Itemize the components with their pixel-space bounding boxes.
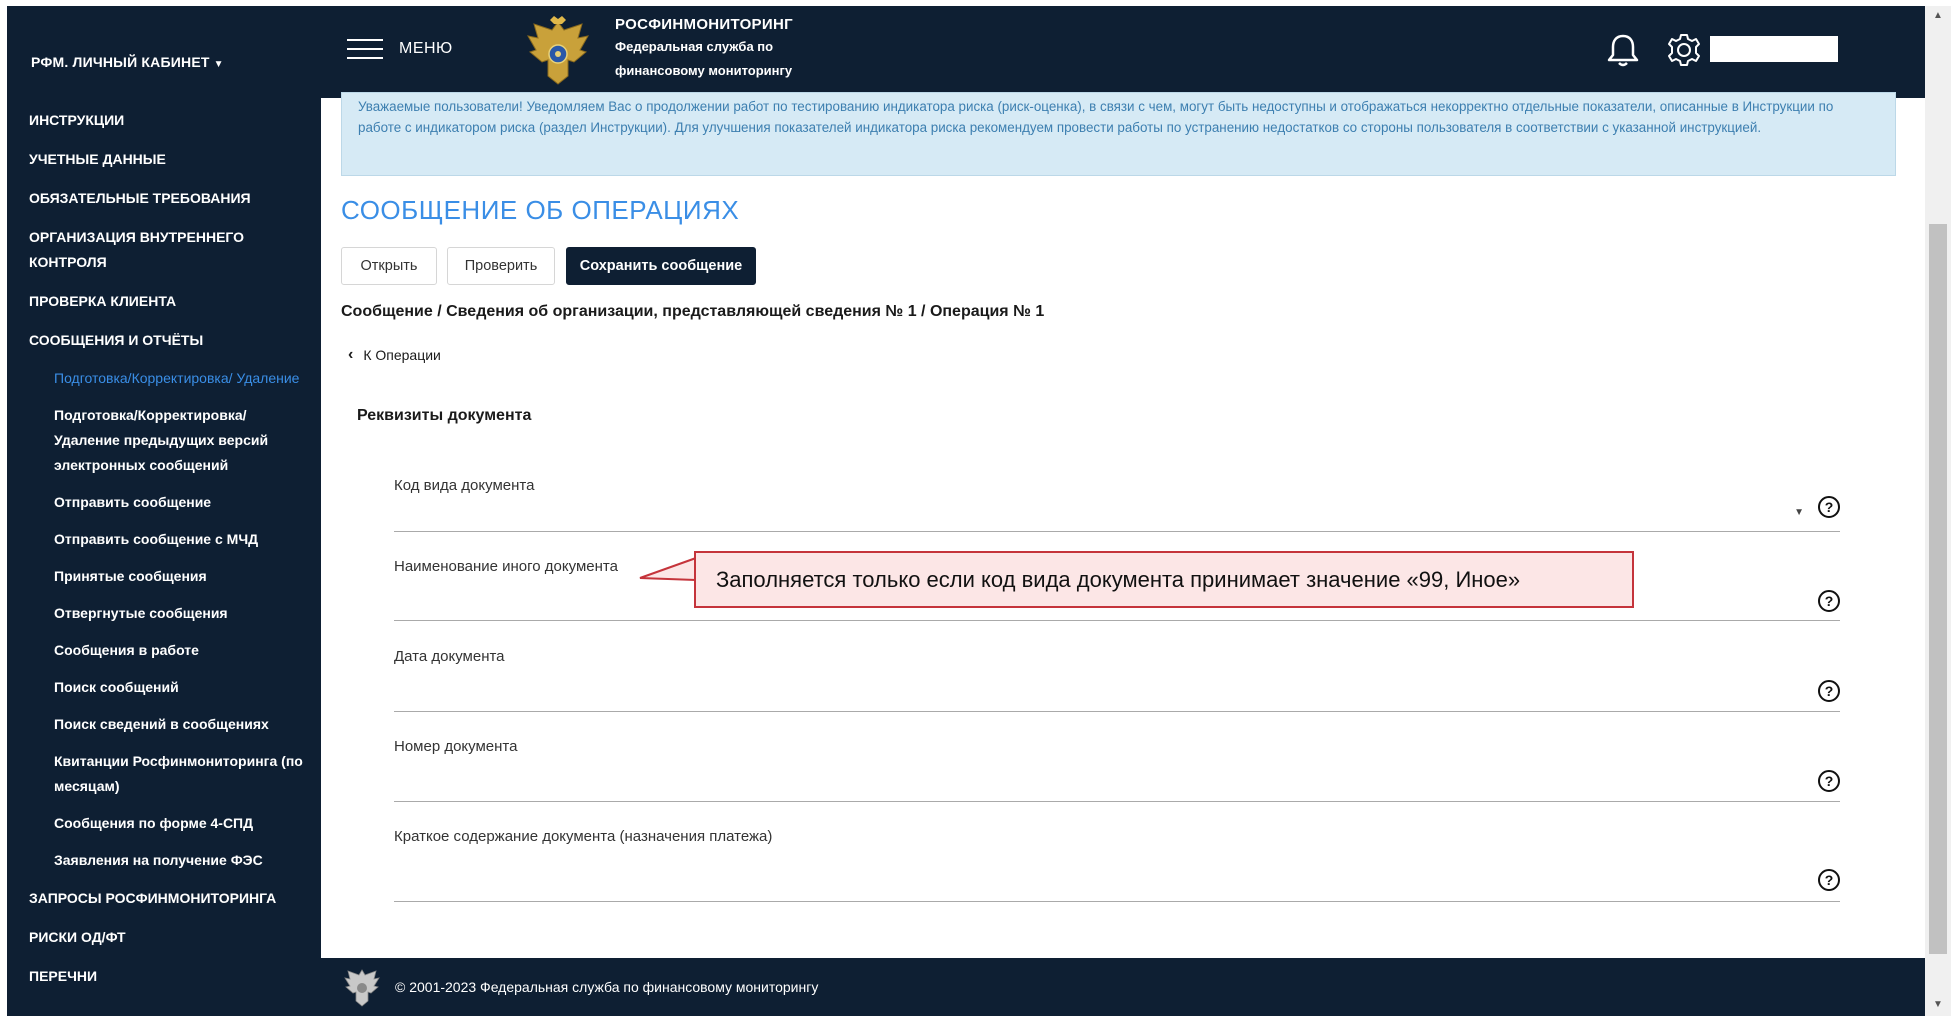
help-icon[interactable]: ? — [1818, 590, 1840, 612]
page-title: СООБЩЕНИЕ ОБ ОПЕРАЦИЯХ — [341, 195, 740, 225]
document-type-code-field: Код вида документа ▼ ? — [394, 477, 1840, 532]
sidebar-nav: ИНСТРУКЦИИ УЧЕТНЫЕ ДАННЫЕ ОБЯЗАТЕЛЬНЫЕ Т… — [7, 101, 321, 996]
chevron-left-icon: ‹ — [348, 346, 354, 363]
sidebar-item-internal-control[interactable]: ОРГАНИЗАЦИЯ ВНУТРЕННЕГО КОНТРОЛЯ — [7, 218, 321, 282]
sidebar-item-messages-reports[interactable]: СООБЩЕНИЯ И ОТЧЁТЫ — [7, 321, 321, 360]
user-profile-box[interactable] — [1710, 36, 1838, 62]
brand-subtitle-1: Федеральная служба по — [615, 39, 774, 54]
emblem-eagle-icon — [527, 16, 589, 85]
field-label: Дата документа — [394, 648, 505, 665]
document-type-code-select[interactable] — [394, 505, 1800, 531]
hamburger-icon — [347, 36, 383, 62]
chevron-down-icon[interactable]: ▼ — [1794, 507, 1804, 518]
top-header: МЕНЮ РОСФИНМОНИТОРИНГ Федеральная служба… — [321, 6, 1925, 98]
back-link-label: К Операции — [363, 347, 441, 363]
vertical-scrollbar[interactable]: ▲ ▼ — [1925, 6, 1951, 1016]
sidebar-item-requirements[interactable]: ОБЯЗАТЕЛЬНЫЕ ТРЕБОВАНИЯ — [7, 179, 321, 218]
sidebar-subitem-receipts[interactable]: Квитанции Росфинмониторинга (по месяцам) — [7, 743, 321, 805]
scroll-up-arrow-icon[interactable]: ▲ — [1933, 10, 1943, 21]
sidebar-item-account-data[interactable]: УЧЕТНЫЕ ДАННЫЕ — [7, 140, 321, 179]
sidebar-subitem-send[interactable]: Отправить сообщение — [7, 484, 321, 521]
field-label: Номер документа — [394, 738, 518, 755]
scroll-down-arrow-icon[interactable]: ▼ — [1933, 999, 1943, 1010]
sidebar-subitem-in-work[interactable]: Сообщения в работе — [7, 632, 321, 669]
help-icon[interactable]: ? — [1818, 680, 1840, 702]
callout-pointer — [639, 557, 697, 581]
notice-banner: Уважаемые пользователи! Уведомляем Вас о… — [341, 92, 1896, 176]
save-message-button[interactable]: Сохранить сообщение — [566, 247, 756, 285]
sidebar-subitem-search[interactable]: Поиск сообщений — [7, 669, 321, 706]
sidebar-subitem-prepare-previous[interactable]: Подготовка/Корректировка/ Удаление преды… — [7, 397, 321, 484]
footer: © 2001-2023 Федеральная служба по финанс… — [321, 958, 1925, 1016]
brand-subtitle-2: финансовому мониторингу — [615, 63, 793, 78]
cabinet-dropdown[interactable]: РФМ. ЛИЧНЫЙ КАБИНЕТ ▼ — [31, 54, 224, 70]
field-label: Наименование иного документа — [394, 558, 618, 575]
cabinet-label: РФМ. ЛИЧНЫЙ КАБИНЕТ — [31, 54, 210, 70]
help-icon[interactable]: ? — [1818, 869, 1840, 891]
sidebar-item-client-check[interactable]: ПРОВЕРКА КЛИЕНТА — [7, 282, 321, 321]
bell-icon[interactable] — [1606, 32, 1640, 68]
document-summary-input[interactable] — [394, 875, 1800, 901]
menu-button[interactable]: МЕНЮ — [347, 36, 453, 62]
document-number-field: Номер документа ? — [394, 738, 1840, 802]
menu-label: МЕНЮ — [399, 40, 453, 57]
caret-down-icon: ▼ — [213, 59, 224, 70]
back-to-operation-link[interactable]: ‹ К Операции — [348, 346, 441, 364]
sidebar-subitem-4spd[interactable]: Сообщения по форме 4-СПД — [7, 805, 321, 842]
sidebar-subitem-search-info[interactable]: Поиск сведений в сообщениях — [7, 706, 321, 743]
footer-copyright: © 2001-2023 Федеральная служба по финанс… — [395, 979, 819, 995]
sidebar-item-lists[interactable]: ПЕРЕЧНИ — [7, 957, 321, 996]
sidebar-item-instructions[interactable]: ИНСТРУКЦИИ — [7, 101, 321, 140]
open-button[interactable]: Открыть — [341, 247, 437, 285]
breadcrumb: Сообщение / Сведения об организации, пре… — [341, 303, 1045, 320]
emblem-eagle-icon — [344, 969, 380, 1007]
document-date-input[interactable] — [394, 685, 1800, 711]
section-title: Реквизиты документа — [357, 407, 532, 424]
sidebar-item-requests[interactable]: ЗАПРОСЫ РОСФИНМОНИТОРИНГА — [7, 879, 321, 918]
field-label: Краткое содержание документа (назначения… — [394, 828, 773, 845]
check-button[interactable]: Проверить — [447, 247, 555, 285]
document-summary-field: Краткое содержание документа (назначения… — [394, 828, 1840, 902]
document-date-field: Дата документа ? — [394, 648, 1840, 712]
brand: РОСФИНМОНИТОРИНГ Федеральная служба по ф… — [615, 16, 793, 83]
field-label: Код вида документа — [394, 477, 535, 494]
brand-title: РОСФИНМОНИТОРИНГ — [615, 16, 793, 33]
gear-icon[interactable] — [1666, 32, 1702, 68]
callout-annotation: Заполняется только если код вида докумен… — [694, 551, 1634, 608]
sidebar-subitem-send-mchd[interactable]: Отправить сообщение с МЧД — [7, 521, 321, 558]
document-number-input[interactable] — [394, 775, 1800, 801]
sidebar-item-risks[interactable]: РИСКИ ОД/ФТ — [7, 918, 321, 957]
sidebar-subitem-rejected[interactable]: Отвергнутые сообщения — [7, 595, 321, 632]
sidebar-subitem-prepare[interactable]: Подготовка/Корректировка/ Удаление — [7, 360, 321, 397]
help-icon[interactable]: ? — [1818, 770, 1840, 792]
sidebar-subitem-fes[interactable]: Заявления на получение ФЭС — [7, 842, 321, 879]
sidebar-subitem-accepted[interactable]: Принятые сообщения — [7, 558, 321, 595]
sidebar: РФМ. ЛИЧНЫЙ КАБИНЕТ ▼ ИНСТРУКЦИИ УЧЕТНЫЕ … — [7, 6, 321, 1016]
help-icon[interactable]: ? — [1818, 496, 1840, 518]
scrollbar-thumb[interactable] — [1929, 224, 1947, 954]
